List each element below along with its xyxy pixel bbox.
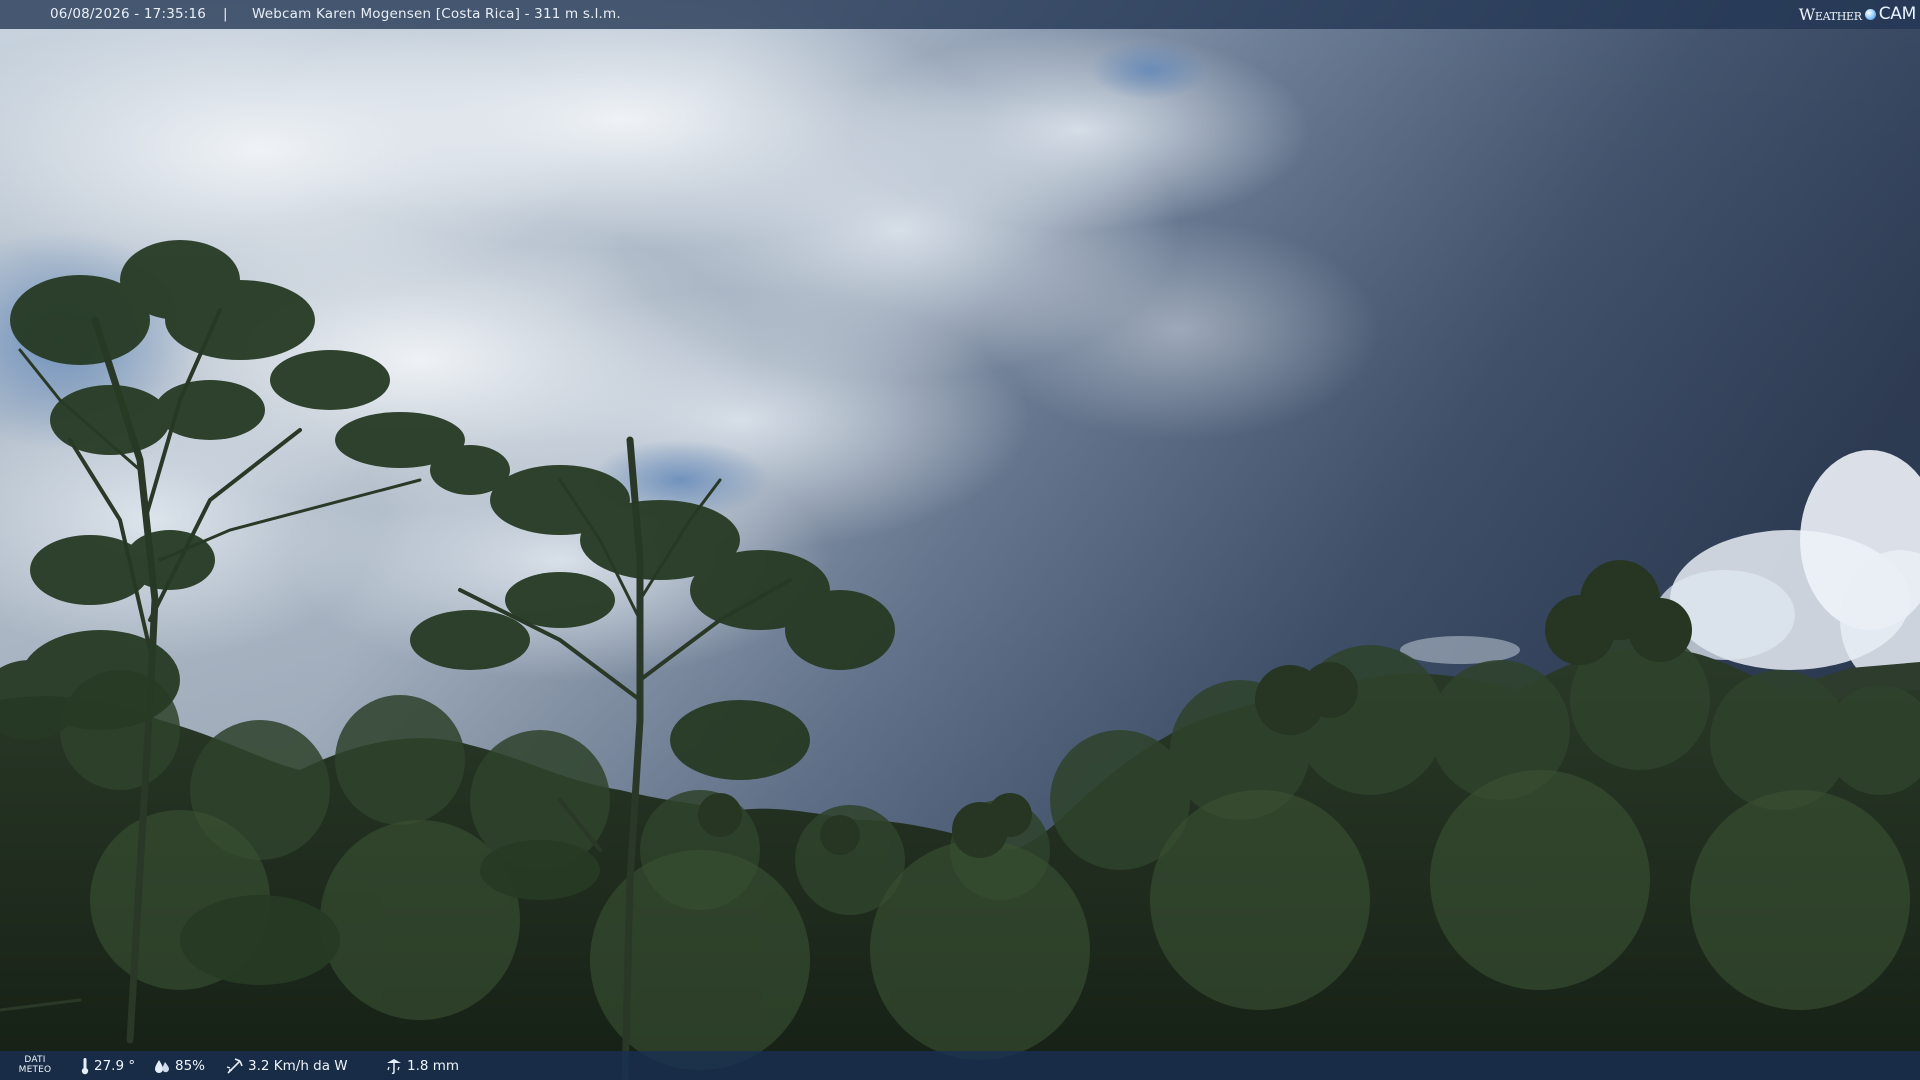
temperature-value: 27.9 ° [94, 1057, 136, 1074]
weathercam-logo: Weather CAM [1798, 0, 1917, 29]
wind-value: 3.2 Km/h da W [248, 1057, 348, 1074]
humidity-reading: 85% [153, 1051, 205, 1080]
top-info-bar: 06/08/2026 - 17:35:16 | Webcam Karen Mog… [0, 0, 1920, 29]
humidity-value: 85% [175, 1057, 206, 1074]
rain-reading: 1.8 mm [385, 1051, 459, 1080]
humidity-drop-icon [155, 1059, 169, 1073]
temperature-reading: 27.9 ° [80, 1051, 135, 1080]
timestamp: 06/08/2026 - 17:35:16 [50, 6, 207, 22]
logo-word-left: Weather [1798, 5, 1862, 24]
camera-title: Webcam Karen Mogensen [Costa Rica] - 311… [252, 6, 621, 22]
title-separator: | [223, 6, 228, 22]
thermometer-icon [81, 1057, 89, 1074]
wind-reading: 3.2 Km/h da W [226, 1051, 348, 1080]
webcam-frame: 06/08/2026 - 17:35:16 | Webcam Karen Mog… [0, 0, 1920, 1080]
rain-value: 1.8 mm [407, 1057, 460, 1074]
wind-icon [226, 1057, 243, 1074]
weather-section-label: DATI METEO [18, 1055, 52, 1075]
weather-data-bar: DATI METEO 27.9 ° 85% 3.2 Km/h da W 1.8 … [0, 1051, 1920, 1080]
rain-gauge-icon [387, 1058, 401, 1074]
weathercam-logo-icon [1864, 9, 1876, 20]
logo-word-right: CAM [1878, 4, 1917, 24]
webcam-image [0, 0, 1920, 1080]
